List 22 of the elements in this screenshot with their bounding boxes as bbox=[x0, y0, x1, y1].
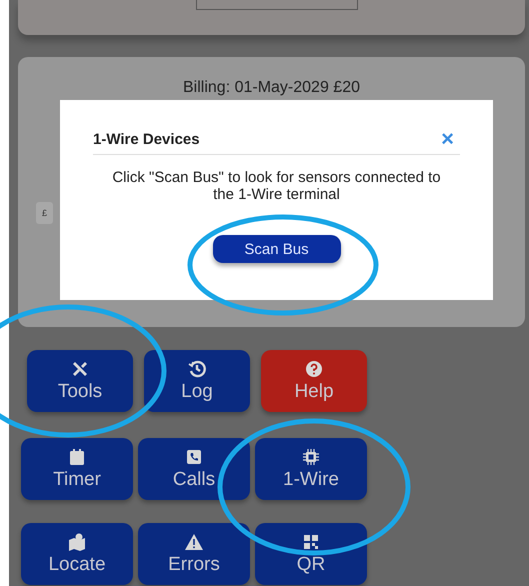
dialog-message: Click "Scan Bus" to look for sensors connected to the 1-Wire terminal bbox=[111, 169, 442, 203]
calendar-icon bbox=[67, 447, 87, 467]
menu-button[interactable]: Locate bbox=[21, 523, 133, 585]
menu-button[interactable]: Tools bbox=[27, 350, 133, 412]
currency-field[interactable]: £ bbox=[36, 202, 54, 224]
billing-text: Billing: 01-May-2029 £20 bbox=[183, 79, 360, 97]
map-icon bbox=[67, 532, 87, 552]
grid-icon bbox=[301, 532, 321, 552]
chip-icon bbox=[301, 447, 321, 467]
menu-button[interactable]: Log bbox=[144, 350, 250, 412]
menu-button[interactable]: Errors bbox=[138, 523, 250, 585]
help-icon bbox=[304, 359, 324, 379]
menu-button[interactable]: 1-Wire bbox=[255, 438, 367, 500]
warning-icon bbox=[184, 532, 204, 552]
menu-button[interactable]: Timer bbox=[21, 438, 133, 500]
menu-button[interactable]: Calls bbox=[138, 438, 250, 500]
menu-button[interactable]: Help bbox=[261, 350, 367, 412]
history-icon bbox=[187, 359, 207, 379]
menu-button[interactable]: QR bbox=[255, 523, 367, 585]
scan-bus-button[interactable]: Scan Bus bbox=[212, 235, 340, 263]
dialog-title: 1-Wire Devices bbox=[93, 130, 200, 148]
phone-icon bbox=[184, 447, 204, 467]
